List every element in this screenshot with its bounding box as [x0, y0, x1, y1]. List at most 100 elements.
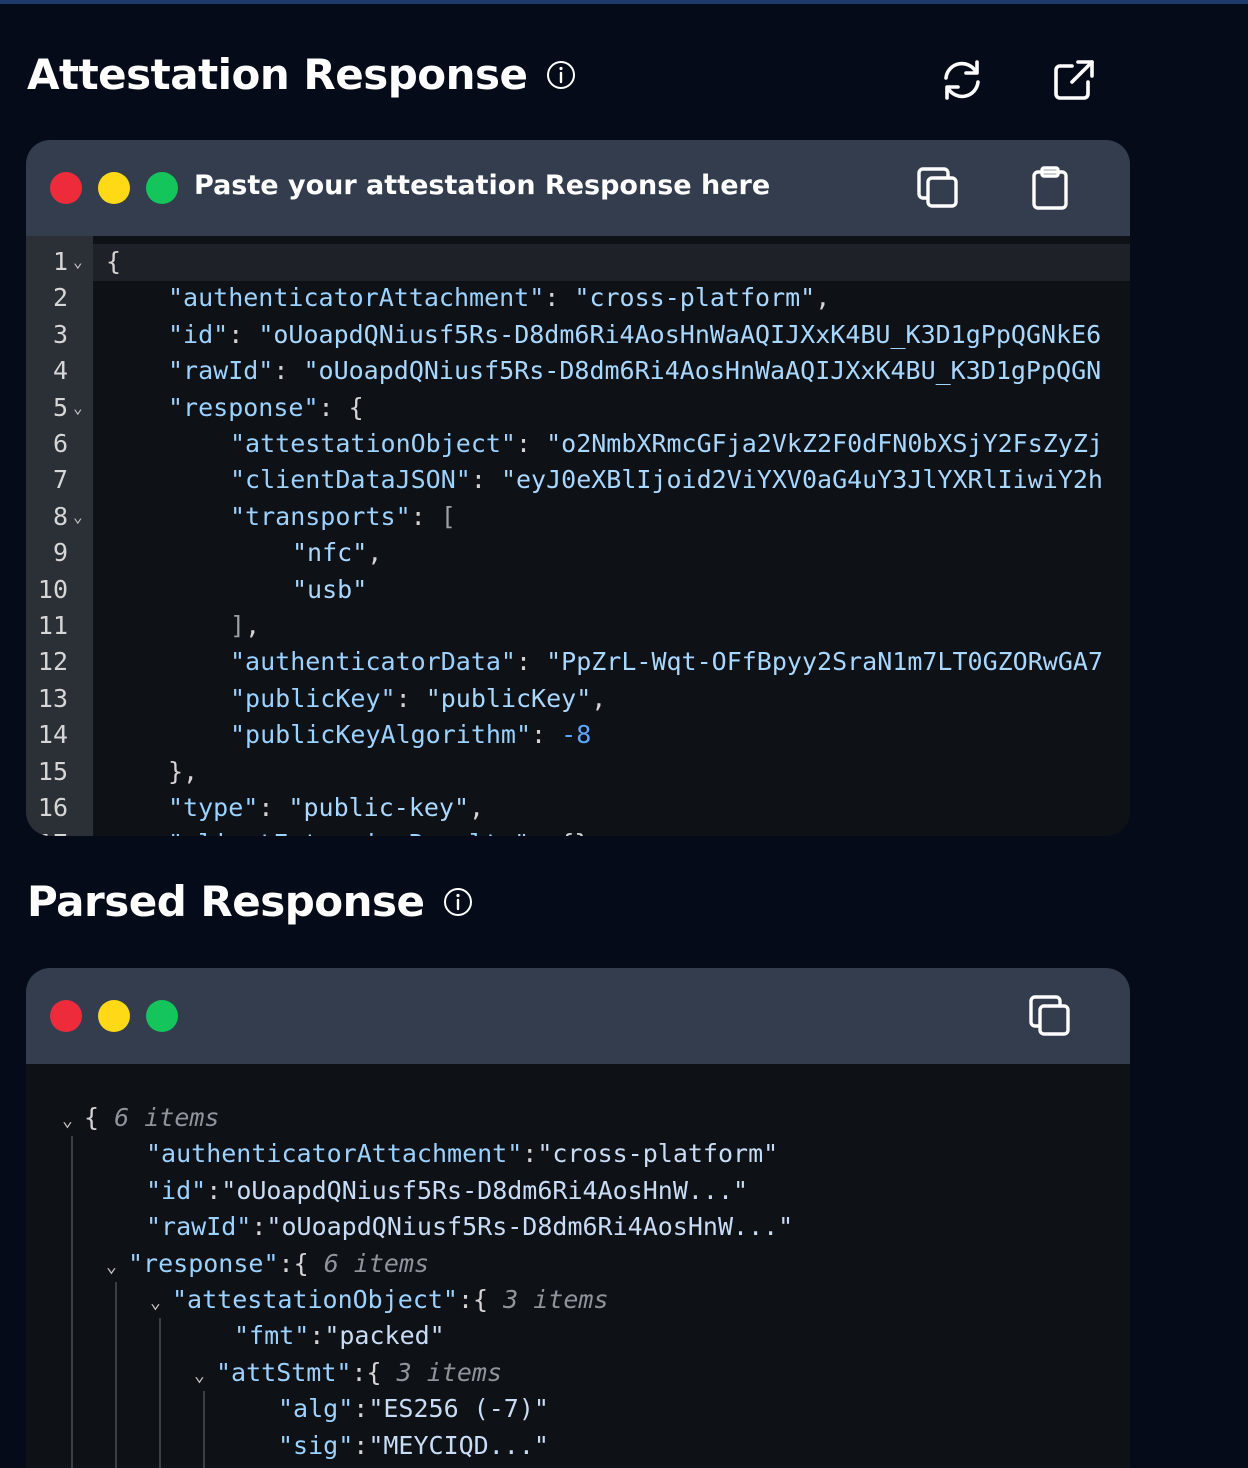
fold-chevron-icon[interactable]: ⌄: [73, 244, 83, 280]
tree-value: "ES256 (-7)": [368, 1394, 549, 1424]
code-token: :: [544, 283, 575, 313]
chevron-down-icon[interactable]: ⌄: [194, 1358, 216, 1394]
code-line: 4 "rawId": "oUoapdQNiusf5Rs-D8dm6Ri4AosHn…: [26, 353, 1130, 389]
page-title: Attestation Response: [27, 50, 528, 99]
code-text: "usb": [292, 572, 367, 608]
code-line: 11],: [26, 608, 1130, 644]
tree-node: "authenticatorAttachment":"cross-platfor…: [146, 1136, 778, 1172]
code-token: "authenticatorData": [230, 647, 516, 677]
tree-separator: :: [309, 1321, 325, 1351]
code-text: "authenticatorAttachment": "cross-platfo…: [168, 280, 830, 316]
tree-node: "fmt":"packed": [234, 1318, 445, 1354]
tree-key: "rawId": [146, 1212, 252, 1242]
tree-separator: :: [457, 1285, 474, 1314]
tree-node-expandable[interactable]: ⌄ "response":{ 6 items: [106, 1246, 429, 1282]
tree-indent-guide: [159, 1318, 161, 1468]
tree-brace: {: [84, 1103, 115, 1132]
code-line: 12 "authenticatorData": "PpZrL-Wqt-OFfBpy…: [26, 644, 1130, 680]
chevron-down-icon[interactable]: ⌄: [62, 1103, 84, 1139]
code-token: {: [106, 247, 122, 276]
code-line: 7 "clientDataJSON": "eyJ0eXBlIjoid2ViYXV0…: [26, 462, 1130, 498]
top-accent-line: [0, 0, 1248, 4]
line-number: 14: [37, 720, 68, 750]
fold-chevron-icon[interactable]: ⌄: [73, 390, 83, 426]
copy-icon[interactable]: [1026, 992, 1074, 1040]
tree-key: "fmt": [234, 1321, 310, 1351]
editor-title-bar: Paste your attestation Response here: [26, 140, 1130, 236]
line-number: 10: [37, 574, 68, 604]
code-line: 16 "type": "public-key",: [26, 790, 1130, 826]
code-text: "clientDataJSON": "eyJ0eXBlIjoid2ViYXV0a…: [230, 462, 1103, 498]
json-tree-view: ⌄{ 6 items "authenticatorAttachment":"cro…: [26, 1064, 1130, 1468]
attestation-editor-panel: Paste your attestation Response here 1 ⌄{…: [26, 140, 1130, 836]
code-token: "publicKeyAlgorithm": [230, 720, 532, 750]
tree-separator: :: [522, 1139, 538, 1169]
tree-node-expandable[interactable]: ⌄ "attestationObject":{ 3 items: [150, 1282, 609, 1318]
line-number: 7: [52, 465, 68, 495]
code-token: :: [273, 356, 304, 386]
tree-key: "attStmt": [216, 1357, 352, 1387]
tree-node: "alg":"ES256 (-7)": [278, 1391, 549, 1427]
clipboard-icon[interactable]: [1026, 164, 1074, 212]
fold-chevron-icon[interactable]: ⌄: [73, 499, 83, 535]
code-line: 5 ⌄ "response": {: [26, 390, 1130, 426]
window-maximize-dot: [146, 1000, 178, 1032]
code-editor[interactable]: 1 ⌄{2 "authenticatorAttachment": "cross-pl…: [26, 236, 1130, 836]
tree-value: "oUoapdQNiusf5Rs-D8dm6Ri4AosHnW...": [221, 1175, 749, 1205]
code-token: "response": [168, 392, 319, 422]
parsed-header: Parsed Response: [27, 877, 473, 926]
copy-icon[interactable]: [914, 164, 962, 212]
tree-separator: :: [251, 1212, 267, 1242]
code-token: "clientDataJSON": [230, 465, 471, 495]
tree-value: "cross-platform": [537, 1139, 779, 1169]
code-token: "type": [168, 793, 259, 822]
tree-key: "attestationObject": [172, 1285, 458, 1314]
chevron-down-icon[interactable]: ⌄: [106, 1249, 128, 1285]
code-line: 17 "clientExtensionResults": {}: [26, 826, 1130, 836]
code-line: 1 ⌄ {: [26, 244, 1130, 280]
code-line: 15},: [26, 754, 1130, 790]
code-token: : {: [318, 392, 364, 422]
code-line: 14 "publicKeyAlgorithm": -8: [26, 717, 1130, 753]
code-token: "nfc": [292, 538, 368, 568]
external-link-icon[interactable]: [1050, 56, 1098, 104]
parsed-response-panel: ⌄{ 6 items "authenticatorAttachment":"cro…: [26, 968, 1130, 1468]
parsed-title-bar: [26, 968, 1130, 1064]
info-icon[interactable]: [546, 60, 576, 90]
code-line: 2 "authenticatorAttachment": "cross-platf…: [26, 280, 1130, 316]
code-token: "clientExtensionResults": [168, 829, 529, 836]
code-line: 8 ⌄ "transports": [: [26, 499, 1130, 535]
tree-item-count: 3 items: [396, 1357, 502, 1387]
tree-node-expandable[interactable]: ⌄ "attStmt":{ 3 items: [194, 1355, 502, 1391]
code-token: ,: [815, 283, 831, 313]
code-token: : {}: [529, 829, 589, 836]
line-number: 12: [37, 647, 68, 677]
code-token: :: [410, 501, 441, 531]
code-token: "rawId": [168, 356, 274, 386]
tree-key: "authenticatorAttachment": [146, 1139, 523, 1169]
code-token: :: [531, 720, 562, 750]
refresh-icon[interactable]: [938, 56, 986, 104]
line-number: 4: [52, 356, 68, 386]
code-token: :: [258, 793, 289, 822]
code-text: },: [168, 754, 198, 790]
code-text: "response": {: [168, 390, 364, 426]
code-token: "publicKey": [425, 683, 592, 713]
code-token: "oUoapdQNiusf5Rs-D8dm6Ri4AosHnWaAQIJXxK4…: [258, 319, 1102, 349]
code-token: ,: [591, 683, 607, 713]
editor-title: Paste your attestation Response here: [194, 170, 771, 201]
code-text: "clientExtensionResults": {}: [168, 826, 589, 836]
tree-indent-guide: [115, 1282, 117, 1468]
info-icon[interactable]: [443, 887, 473, 917]
chevron-down-icon[interactable]: ⌄: [150, 1285, 172, 1321]
code-text: "authenticatorData": "PpZrL-Wqt-OFfBpyy2…: [230, 644, 1103, 680]
code-text: "publicKeyAlgorithm": -8: [230, 717, 591, 753]
line-number: 6: [52, 429, 68, 458]
tree-item-count: 6 items: [323, 1248, 430, 1278]
code-text: "rawId": "oUoapdQNiusf5Rs-D8dm6Ri4AosHnW…: [168, 353, 1101, 389]
tree-node-expandable[interactable]: ⌄{ 6 items: [62, 1100, 219, 1136]
line-number: 1: [52, 247, 68, 276]
code-line: 9 "nfc",: [26, 535, 1130, 571]
tree-brace: {: [293, 1248, 324, 1278]
code-text: "publicKey": "publicKey",: [230, 681, 606, 717]
